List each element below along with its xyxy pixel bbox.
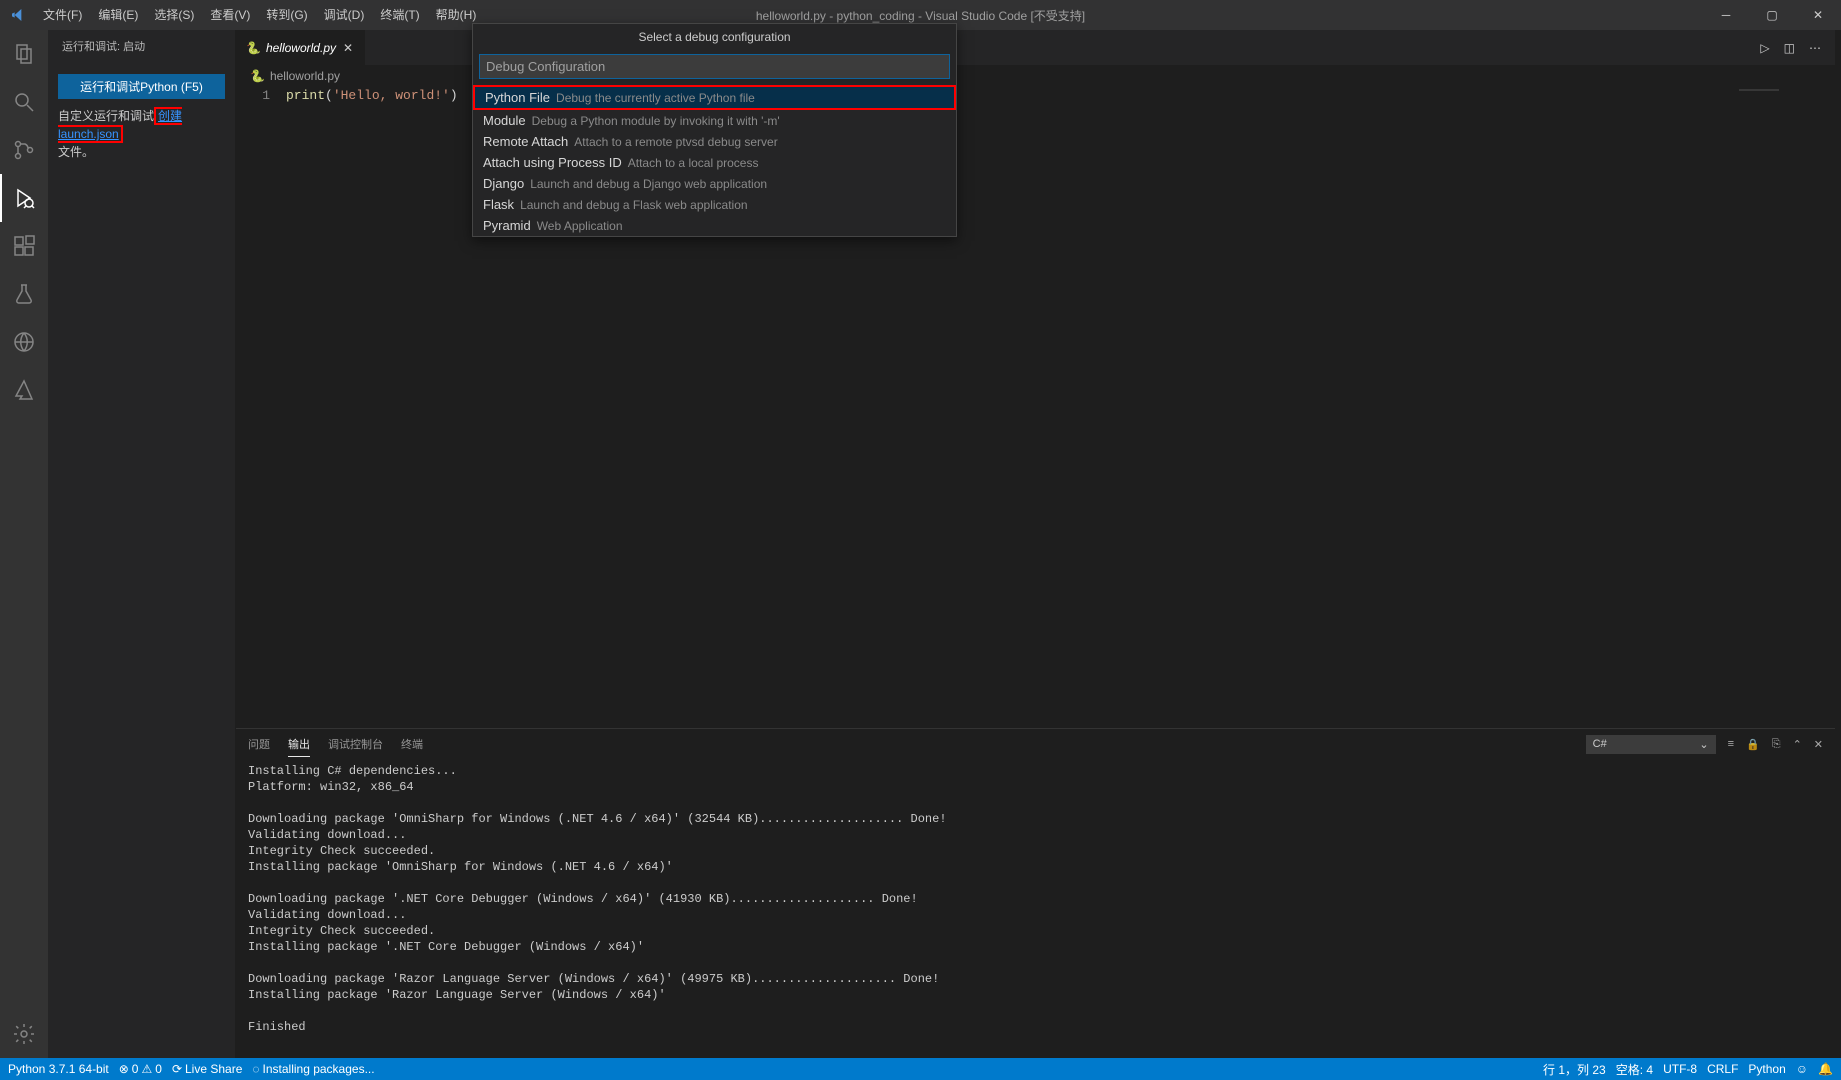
extensions-icon[interactable] xyxy=(0,222,48,270)
clear-output-icon[interactable]: ⎘ xyxy=(1772,738,1781,751)
explorer-icon[interactable] xyxy=(0,30,48,78)
run-debug-python-button[interactable]: 运行和调试Python (F5) xyxy=(58,74,225,99)
bottom-panel: 问题 输出 调试控制台 终端 C#⌄ ≡ 🔒 ⎘ ⌃ ✕ Installing … xyxy=(236,728,1835,1058)
tab-close-icon[interactable]: ✕ xyxy=(341,39,355,57)
breadcrumb-file: helloworld.py xyxy=(270,69,340,83)
status-line-col[interactable]: 行 1，列 23 xyxy=(1543,1061,1606,1078)
panel-tab-problems[interactable]: 问题 xyxy=(248,732,270,756)
sidebar-run-debug: 运行和调试: 启动 运行和调试Python (F5) 自定义运行和调试创建lau… xyxy=(48,30,236,1058)
right-side-margin xyxy=(1835,30,1841,1058)
menu-bar: 文件(F) 编辑(E) 选择(S) 查看(V) 转到(G) 调试(D) 终端(T… xyxy=(35,0,484,30)
quickpick-item-remote-attach[interactable]: Remote Attach Attach to a remote ptvsd d… xyxy=(473,131,956,152)
minimize-button[interactable]: ─ xyxy=(1703,0,1749,30)
vscode-logo-icon xyxy=(0,7,35,23)
test-icon[interactable] xyxy=(0,270,48,318)
status-language[interactable]: Python xyxy=(1748,1062,1785,1076)
search-icon[interactable] xyxy=(0,78,48,126)
python-file-icon: 🐍 xyxy=(246,41,261,55)
output-content[interactable]: Installing C# dependencies... Platform: … xyxy=(236,759,1835,1058)
window-title: helloworld.py - python_coding - Visual S… xyxy=(756,7,1085,24)
settings-icon[interactable] xyxy=(0,1010,48,1058)
quickpick-item-attach-pid[interactable]: Attach using Process ID Attach to a loca… xyxy=(473,152,956,173)
status-problems[interactable]: ⊗0 ⚠0 xyxy=(119,1062,162,1076)
status-eol[interactable]: CRLF xyxy=(1707,1062,1738,1076)
status-liveshare[interactable]: ⟳Live Share xyxy=(172,1062,242,1076)
sidebar-header: 运行和调试: 启动 xyxy=(48,30,235,62)
source-control-icon[interactable] xyxy=(0,126,48,174)
maximize-button[interactable]: ▢ xyxy=(1749,0,1795,30)
minimap[interactable] xyxy=(1735,87,1835,728)
menu-edit[interactable]: 编辑(E) xyxy=(90,0,146,30)
panel-close-icon[interactable]: ✕ xyxy=(1814,738,1823,751)
menu-selection[interactable]: 选择(S) xyxy=(146,0,202,30)
output-lock-icon[interactable]: 🔒 xyxy=(1746,738,1760,751)
status-feedback-icon[interactable]: ☺ xyxy=(1796,1062,1808,1076)
activity-bar xyxy=(0,30,48,1058)
menu-terminal[interactable]: 终端(T) xyxy=(372,0,427,30)
quickpick-item-django[interactable]: Django Launch and debug a Django web app… xyxy=(473,173,956,194)
status-notifications-icon[interactable]: 🔔 xyxy=(1818,1062,1833,1076)
panel-tab-debug-console[interactable]: 调试控制台 xyxy=(328,732,383,756)
azure-icon[interactable] xyxy=(0,366,48,414)
more-actions-icon[interactable]: ⋯ xyxy=(1809,41,1821,55)
status-encoding[interactable]: UTF-8 xyxy=(1663,1062,1697,1076)
quickpick-item-flask[interactable]: Flask Launch and debug a Flask web appli… xyxy=(473,194,956,215)
quickpick-item-module[interactable]: Module Debug a Python module by invoking… xyxy=(473,110,956,131)
tab-label: helloworld.py xyxy=(266,41,336,55)
menu-file[interactable]: 文件(F) xyxy=(35,0,90,30)
status-installing[interactable]: ◌Installing packages... xyxy=(252,1062,374,1076)
quickpick-item-python-file[interactable]: Python File Debug the currently active P… xyxy=(473,85,956,110)
menu-go[interactable]: 转到(G) xyxy=(258,0,315,30)
output-channel-select[interactable]: C#⌄ xyxy=(1586,735,1716,754)
menu-debug[interactable]: 调试(D) xyxy=(316,0,373,30)
quickpick-item-pyramid[interactable]: Pyramid Web Application xyxy=(473,215,956,236)
status-bar: Python 3.7.1 64-bit ⊗0 ⚠0 ⟳Live Share ◌I… xyxy=(0,1058,1841,1080)
output-filter-icon[interactable]: ≡ xyxy=(1728,738,1734,750)
python-file-icon: 🐍 xyxy=(250,69,265,83)
close-button[interactable]: ✕ xyxy=(1795,0,1841,30)
quickpick-debug-config: Select a debug configuration Debug Confi… xyxy=(472,23,957,237)
tab-helloworld[interactable]: 🐍 helloworld.py ✕ xyxy=(236,30,366,65)
panel-collapse-icon[interactable]: ⌃ xyxy=(1793,738,1802,751)
remote-icon[interactable] xyxy=(0,318,48,366)
quickpick-input[interactable]: Debug Configuration xyxy=(479,54,950,79)
menu-view[interactable]: 查看(V) xyxy=(202,0,258,30)
run-debug-icon[interactable] xyxy=(0,174,48,222)
status-python-version[interactable]: Python 3.7.1 64-bit xyxy=(8,1062,109,1076)
run-icon[interactable]: ▷ xyxy=(1760,41,1769,55)
panel-tab-terminal[interactable]: 终端 xyxy=(401,732,423,756)
quickpick-title: Select a debug configuration xyxy=(473,24,956,50)
quickpick-list: Python File Debug the currently active P… xyxy=(473,85,956,236)
debug-help-text: 自定义运行和调试创建launch.json 文件。 xyxy=(58,107,225,161)
status-indent[interactable]: 空格: 4 xyxy=(1616,1061,1653,1078)
line-number: 1 xyxy=(236,87,286,728)
panel-tab-output[interactable]: 输出 xyxy=(288,732,310,757)
split-editor-icon[interactable]: ◫ xyxy=(1784,41,1795,55)
